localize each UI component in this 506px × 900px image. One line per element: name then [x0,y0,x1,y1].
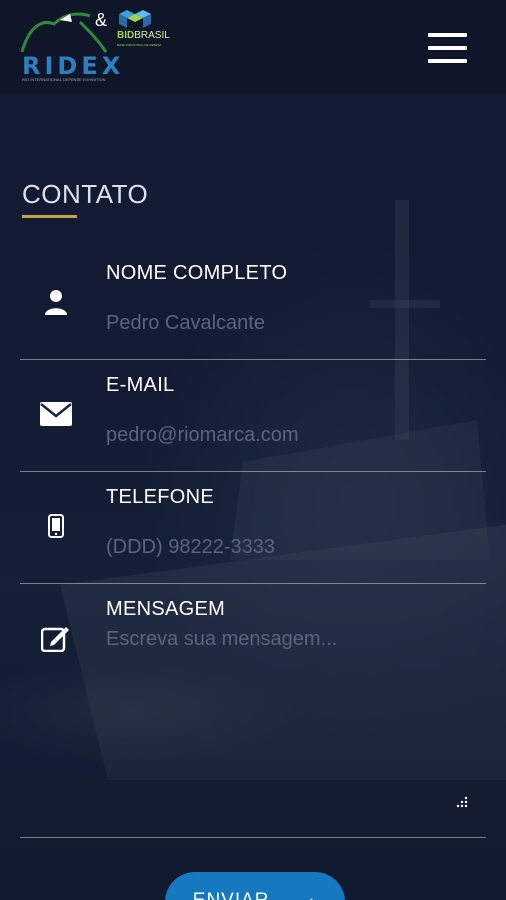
email-field-group: E-MAIL [20,360,486,472]
edit-icon [38,620,74,656]
textarea-resize-handle[interactable] [456,795,468,808]
phone-icon [38,508,74,544]
email-label: E-MAIL [106,374,175,396]
name-label: NOME COMPLETO [106,262,288,284]
phone-label: TELEFONE [106,486,214,508]
bid-logo-bid: BID [117,30,135,41]
title-underline [22,215,77,218]
page-title: CONTATO [22,179,149,209]
phone-field-group: TELEFONE [20,472,486,584]
ridex-logo-text: RIDEX [22,52,125,80]
arrow-right-icon: ⟶ [288,890,318,900]
name-input[interactable] [106,312,466,335]
phone-input[interactable] [106,536,466,559]
message-field-group: MENSAGEM [20,584,486,838]
submit-button[interactable]: ENVIAR ⟶ [165,872,345,900]
submit-button-label: ENVIAR [193,890,270,900]
top-header: RIDEX RIO INTERNATIONAL DEFENSE EXHIBITI… [0,0,506,95]
message-textarea[interactable] [106,628,466,778]
bid-logo-subtitle: BASE INDUSTRIAL DE DEFESA [117,43,162,47]
logo-ampersand: & [95,10,108,30]
message-label: MENSAGEM [106,598,226,620]
bid-logo-text: BIDBRASIL [117,30,170,41]
user-icon [38,284,74,320]
envelope-icon [38,396,74,432]
ridex-logo-subtitle: RIO INTERNATIONAL DEFENSE EXHIBITION [22,77,106,82]
bid-cube-icon [119,10,151,28]
bid-brasil-logo[interactable]: BIDBRASIL BASE INDUSTRIAL DE DEFESA [117,10,177,50]
email-input[interactable] [106,424,466,447]
name-field-group: NOME COMPLETO [20,248,486,360]
hamburger-menu-icon[interactable] [428,33,468,63]
bid-logo-brasil: BRASIL [134,30,170,41]
